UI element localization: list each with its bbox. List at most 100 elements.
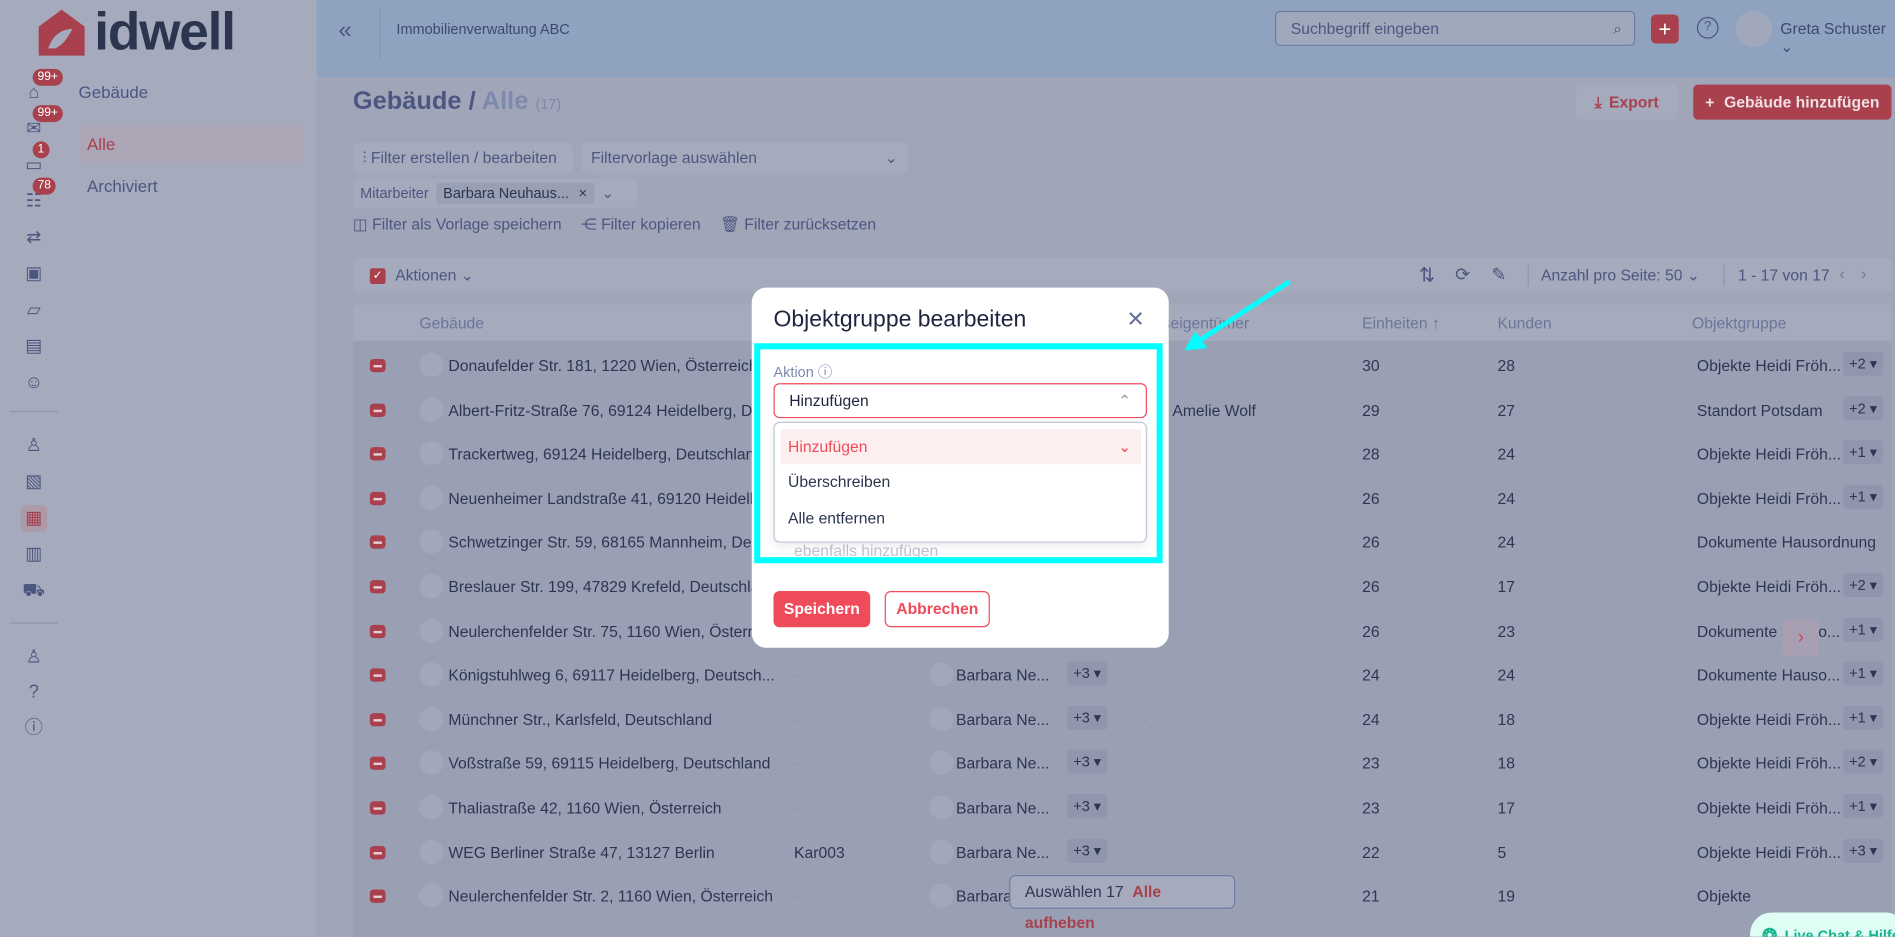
group-more-dropdown[interactable]: +2 ▾ xyxy=(1843,395,1884,421)
row-checkbox[interactable] xyxy=(369,845,386,859)
manager-more-dropdown[interactable]: +3 ▾ xyxy=(1067,705,1108,730)
row-checkbox[interactable] xyxy=(369,580,386,594)
row-checkbox[interactable] xyxy=(369,447,386,461)
city-icon[interactable]: ▥ xyxy=(21,541,48,568)
group-more-dropdown[interactable]: +1 ▾ xyxy=(1843,794,1884,819)
user-menu[interactable]: Greta Schuster ⌄ xyxy=(1780,19,1895,56)
row-checkbox[interactable] xyxy=(369,624,386,638)
prev-page-icon[interactable]: ‹ xyxy=(1839,265,1844,283)
copy-filter-link[interactable]: ⋲ Filter kopieren xyxy=(581,215,701,234)
group-more-dropdown[interactable]: +1 ▾ xyxy=(1843,484,1884,509)
building-address[interactable]: WEG Berliner Straße 47, 13127 Berlin xyxy=(448,843,714,861)
row-checkbox[interactable] xyxy=(369,889,386,904)
save-button[interactable]: Speichern xyxy=(773,591,871,628)
chevron-down-icon[interactable]: ⌄ xyxy=(602,185,614,202)
table-row[interactable]: Thaliastraße 42, 1160 Wien, Österreich - B… xyxy=(353,786,1892,830)
cancel-button[interactable]: Abbrechen xyxy=(884,591,990,628)
live-chat-button[interactable]: ❂ Live Chat & Hilfe xyxy=(1750,912,1895,937)
next-page-icon[interactable]: › xyxy=(1861,265,1866,283)
column-header-building[interactable]: Gebäude xyxy=(419,314,484,332)
manager-more-dropdown[interactable]: +3 ▾ xyxy=(1067,749,1108,774)
users-icon[interactable]: ☺ xyxy=(21,370,48,397)
close-icon[interactable]: ✕ xyxy=(1126,307,1144,332)
close-icon[interactable]: × xyxy=(579,185,587,202)
building-icon[interactable]: ▦ xyxy=(20,505,48,532)
table-row[interactable]: WEG Berliner Straße 47, 13127 Berlin Kar0… xyxy=(353,830,1892,874)
employee-filter[interactable]: Mitarbeiter Barbara Neuhaus... × ⌄ xyxy=(352,178,637,208)
filter-template-select[interactable]: Filtervorlage auswählen ⌄ xyxy=(581,142,908,173)
group-more-dropdown[interactable]: +1 ▾ xyxy=(1843,705,1884,730)
collapse-sidebar-icon[interactable]: « xyxy=(338,17,351,45)
select-all-checkbox[interactable]: ✓ xyxy=(369,268,386,285)
building-address[interactable]: Albert-Fritz-Straße 76, 69124 Heidelberg… xyxy=(448,401,774,419)
building-address[interactable]: Neulerchenfelder Str. 2, 1160 Wien, Öste… xyxy=(448,887,773,905)
column-header-group[interactable]: Objektgruppe xyxy=(1692,314,1786,332)
row-checkbox[interactable] xyxy=(369,801,386,815)
row-checkbox[interactable] xyxy=(369,491,386,505)
building-address[interactable]: Münchner Str., Karlsfeld, Deutschland xyxy=(448,710,712,728)
avatar[interactable] xyxy=(1735,10,1772,48)
group-more-dropdown[interactable]: +1 ▾ xyxy=(1843,617,1884,642)
column-header-customers[interactable]: Kunden xyxy=(1497,314,1551,332)
person-icon[interactable]: ♙ xyxy=(21,433,48,460)
transfer-icon[interactable]: ⇄ xyxy=(21,225,48,252)
search-input[interactable]: Suchbegriff eingeben ⌕ xyxy=(1275,10,1636,46)
manager-more-dropdown[interactable]: +3 ▾ xyxy=(1067,661,1108,686)
building-address[interactable]: Königstuhlweg 6, 69117 Heidelberg, Deuts… xyxy=(448,666,774,684)
document-icon[interactable]: ▤ xyxy=(21,334,48,361)
group-more-dropdown[interactable]: +2 ▾ xyxy=(1843,351,1884,376)
refresh-icon[interactable]: ⟳ xyxy=(1455,263,1470,286)
per-page-select[interactable]: Anzahl pro Seite: 50 ⌄ xyxy=(1541,266,1700,285)
contract-icon[interactable]: ▧ xyxy=(21,469,48,496)
chat-icon[interactable]: ▭ 1 xyxy=(21,141,50,179)
help-icon[interactable]: ? xyxy=(21,679,48,706)
tasks-icon[interactable]: ☷ 78 xyxy=(21,177,56,216)
logo[interactable]: idwell xyxy=(36,5,260,59)
sort-icon[interactable]: ⇅ xyxy=(1419,263,1435,287)
group-more-dropdown[interactable]: +3 ▾ xyxy=(1843,838,1884,863)
building-address[interactable]: Thaliastraße 42, 1160 Wien, Österreich xyxy=(448,799,721,817)
info-icon[interactable]: ⓘ xyxy=(21,715,48,742)
building-address[interactable]: Neuenheimer Landstraße 41, 69120 Heidelb… xyxy=(448,489,767,507)
column-header-units[interactable]: Einheiten ↑ xyxy=(1362,314,1440,332)
sidebar-item-archiviert[interactable]: Archiviert xyxy=(80,168,302,204)
edit-icon[interactable]: ✎ xyxy=(1491,263,1506,286)
save-template-link[interactable]: ◫ Filter als Vorlage speichern xyxy=(353,215,562,234)
building-address[interactable]: Donaufelder Str. 181, 1220 Wien, Österre… xyxy=(448,357,757,375)
add-building-button[interactable]: + Gebäude hinzufügen xyxy=(1693,84,1892,120)
actions-dropdown[interactable]: Aktionen ⌄ xyxy=(395,266,474,285)
manager-more-dropdown[interactable]: +3 ▾ xyxy=(1067,838,1108,863)
building-address[interactable]: Breslauer Str. 199, 47829 Krefeld, Deuts… xyxy=(448,578,764,596)
filter-edit-button[interactable]: ⫶ Filter erstellen / bearbeiten xyxy=(352,142,573,173)
user-settings-icon[interactable]: ♙ xyxy=(21,644,48,671)
building-address[interactable]: Schwetzinger Str. 59, 68165 Mannheim, De… xyxy=(448,533,764,551)
building-address[interactable]: Voßstraße 59, 69115 Heidelberg, Deutschl… xyxy=(448,755,770,773)
group-more-dropdown[interactable]: +2 ▾ xyxy=(1843,572,1884,598)
table-row[interactable]: Königstuhlweg 6, 69117 Heidelberg, Deuts… xyxy=(353,653,1892,697)
help-icon[interactable]: ? xyxy=(1696,16,1719,39)
employee-chip[interactable]: Barbara Neuhaus... × xyxy=(435,182,595,205)
export-button[interactable]: ⤓ Export xyxy=(1576,84,1678,120)
truck-icon[interactable]: ⛟ xyxy=(21,578,48,605)
building-address[interactable]: Trackertweg, 69124 Heidelberg, Deutschla… xyxy=(448,445,763,463)
row-checkbox[interactable] xyxy=(369,535,386,550)
quick-add-button[interactable]: + xyxy=(1650,14,1679,44)
row-checkbox[interactable] xyxy=(369,757,386,771)
row-checkbox[interactable] xyxy=(369,668,386,682)
home-icon[interactable]: ⌂ 99+ xyxy=(21,68,63,107)
group-more-dropdown[interactable]: +2 ▾ xyxy=(1843,749,1884,774)
sidebar-item-alle[interactable]: Alle xyxy=(79,125,303,162)
mail-icon[interactable]: ✉ 99+ xyxy=(21,105,63,143)
table-row[interactable]: Voßstraße 59, 69115 Heidelberg, Deutschl… xyxy=(353,741,1892,785)
row-checkbox[interactable] xyxy=(369,358,386,373)
reset-filter-link[interactable]: 🗑 Filter zurücksetzen xyxy=(720,215,876,234)
calendar-icon[interactable]: ▣ xyxy=(21,261,48,288)
group-more-dropdown[interactable]: +1 ▾ xyxy=(1843,661,1884,686)
scroll-right-button[interactable]: › xyxy=(1782,618,1819,657)
group-more-dropdown[interactable]: +1 ▾ xyxy=(1843,440,1884,465)
table-row[interactable]: Münchner Str., Karlsfeld, Deutschland - Ba… xyxy=(353,697,1892,741)
row-checkbox[interactable] xyxy=(369,712,386,727)
folder-icon[interactable]: ▱ xyxy=(21,297,48,324)
manager-more-dropdown[interactable]: +3 ▾ xyxy=(1067,794,1108,819)
building-address[interactable]: Neulerchenfelder Str. 75, 1160 Wien, Öst… xyxy=(448,622,765,640)
